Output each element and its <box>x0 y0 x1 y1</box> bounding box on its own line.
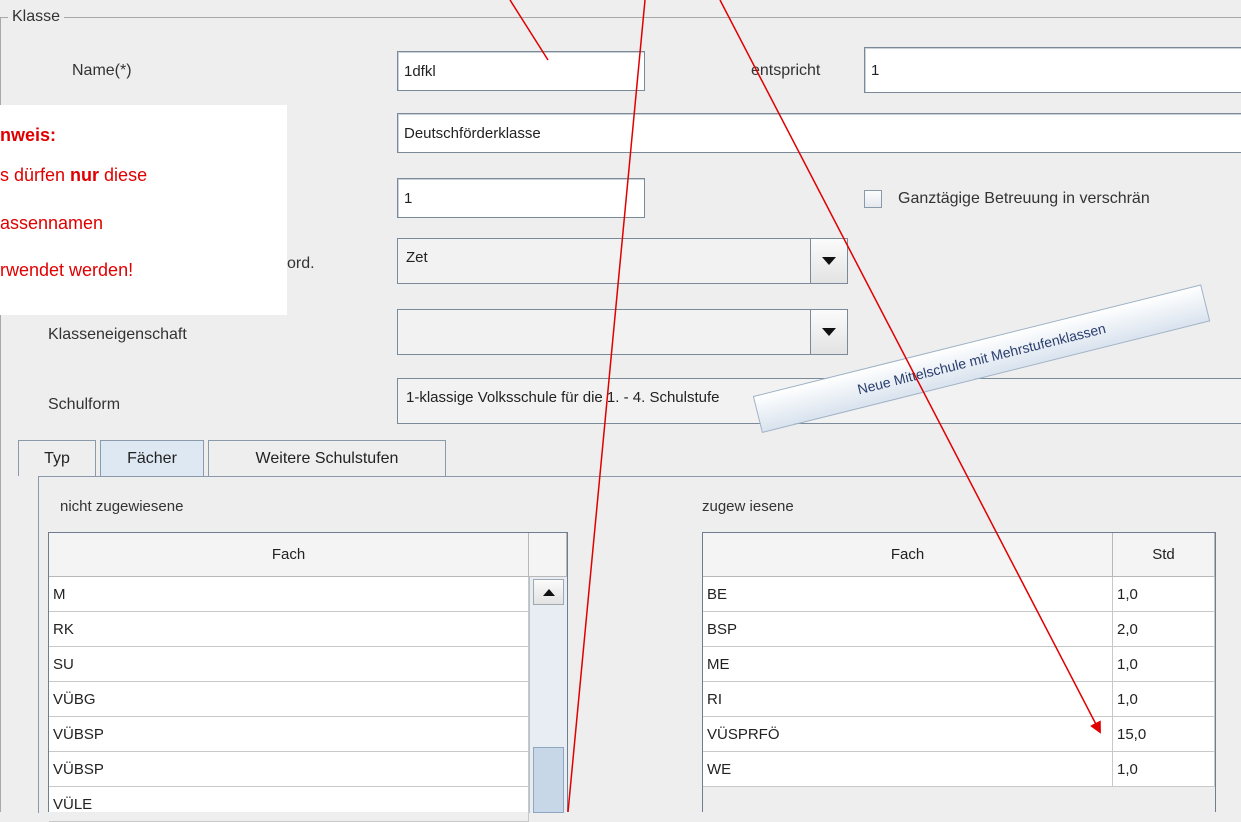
fieldset-border-top <box>0 17 1241 18</box>
table-cell-std[interactable]: 2,0 <box>1113 612 1215 647</box>
scroll-up-button[interactable] <box>533 579 564 605</box>
klasseneigenschaft-dropdown-button[interactable] <box>810 310 847 354</box>
table-cell-std[interactable]: 1,0 <box>1113 577 1215 612</box>
table-row[interactable]: M <box>49 577 529 612</box>
schulstufe-input-value: 1 <box>404 189 413 207</box>
chevron-down-icon <box>822 257 836 265</box>
table-cell-fach[interactable]: BE <box>703 577 1113 612</box>
hint-line-1: s dürfen nur diese <box>0 165 148 185</box>
tab-faecher[interactable]: Fächer <box>100 440 204 476</box>
table-row[interactable]: VÜBSP <box>49 717 529 752</box>
vertical-scrollbar[interactable] <box>529 577 567 813</box>
schulstufe-input[interactable]: 1 <box>397 178 645 218</box>
name-input[interactable]: 1dfkl <box>397 51 645 91</box>
scrollbar-thumb[interactable] <box>533 747 564 813</box>
table-row[interactable]: SU <box>49 647 529 682</box>
ord-select-value: Zet <box>406 249 428 266</box>
chevron-down-icon <box>822 328 836 336</box>
hint-line-2: assennamen <box>0 213 104 233</box>
assigned-subjects-table[interactable]: Fach Std BE 1,0 BSP 2,0 ME 1,0 RI 1,0 VÜ… <box>702 532 1216 813</box>
hint-note: nweis: s dürfen nur diese assennamen rwe… <box>0 105 287 315</box>
table-cell-fach[interactable]: BSP <box>703 612 1113 647</box>
ord-dropdown-button[interactable] <box>810 239 847 283</box>
table-row[interactable]: RK <box>49 612 529 647</box>
table-cell-fach[interactable]: VÜSPRFÖ <box>703 717 1113 752</box>
arrow-up-icon <box>542 588 555 596</box>
table-cell-std[interactable]: 1,0 <box>1113 752 1215 787</box>
table-row[interactable]: VÜLE <box>49 787 529 822</box>
column-header-std[interactable]: Std <box>1113 533 1215 577</box>
entspricht-label: entspricht <box>751 62 821 79</box>
table-cell-std[interactable]: 15,0 <box>1113 717 1215 752</box>
column-header-fach[interactable]: Fach <box>49 533 529 577</box>
ord-select[interactable]: Zet <box>397 238 848 284</box>
hint-line-3: rwendet werden! <box>0 260 134 280</box>
name-label: Name(*) <box>72 62 132 79</box>
schulform-select-value: 1-klassige Volksschule für die 1. - 4. S… <box>406 389 720 406</box>
fieldset-legend: Klasse <box>8 8 65 26</box>
column-header-corner <box>529 533 567 577</box>
unassigned-subjects-table[interactable]: Fach M RK SU VÜBG VÜBSP VÜBSP VÜLE <box>48 532 568 822</box>
ganztaegig-label: Ganztägige Betreuung in verschrän <box>898 190 1150 207</box>
entspricht-input[interactable]: 1 <box>864 47 1241 93</box>
hint-title: nweis: <box>0 125 57 145</box>
schulform-label: Schulform <box>48 396 121 413</box>
table-cell-std[interactable]: 1,0 <box>1113 682 1215 717</box>
name-input-value: 1dfkl <box>404 62 436 80</box>
tab-typ[interactable]: Typ <box>18 440 96 476</box>
table-empty-area <box>703 787 1215 813</box>
tab-weitere-schulstufen[interactable]: Weitere Schulstufen <box>208 440 446 476</box>
table-row[interactable]: VÜBG <box>49 682 529 717</box>
ganztaegig-checkbox[interactable] <box>864 190 882 208</box>
right-table-title: zugew iesene <box>702 498 794 515</box>
table-cell-fach[interactable]: WE <box>703 752 1113 787</box>
table-row[interactable]: VÜBSP <box>49 752 529 787</box>
table-cell-fach[interactable]: ME <box>703 647 1113 682</box>
description-input[interactable]: Deutschförderklasse <box>397 113 1241 153</box>
table-cell-std[interactable]: 1,0 <box>1113 647 1215 682</box>
klasseneigenschaft-label: Klasseneigenschaft <box>48 326 187 343</box>
klasseneigenschaft-select[interactable] <box>397 309 848 355</box>
ord-label: ord. <box>287 255 315 272</box>
left-table-title: nicht zugewiesene <box>60 498 184 515</box>
table-cell-fach[interactable]: RI <box>703 682 1113 717</box>
column-header-fach[interactable]: Fach <box>703 533 1113 577</box>
entspricht-input-value: 1 <box>871 61 880 79</box>
description-input-value: Deutschförderklasse <box>404 124 541 142</box>
